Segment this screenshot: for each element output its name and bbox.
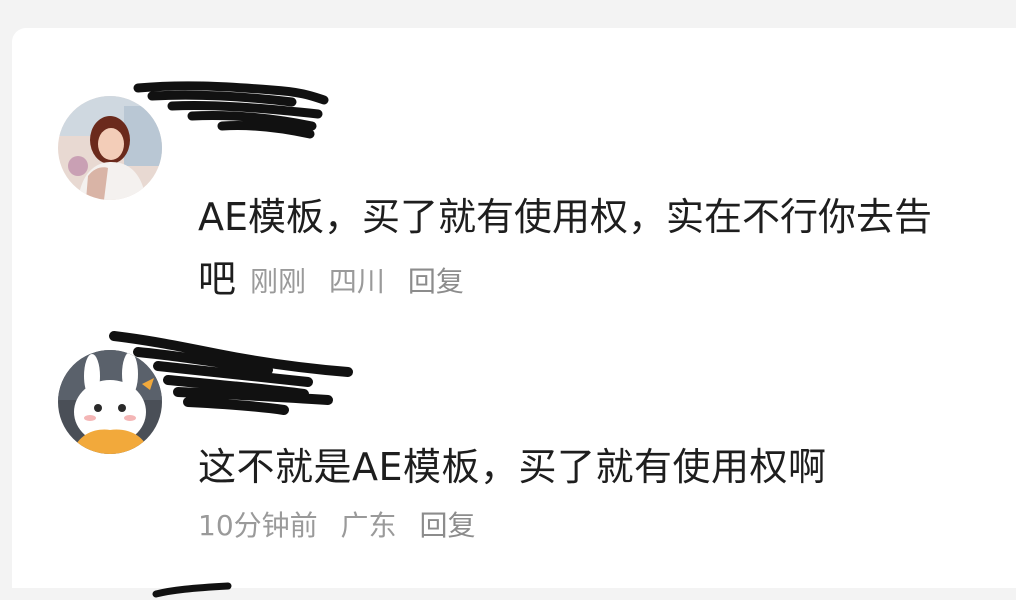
- reply-button[interactable]: 回复: [419, 509, 475, 542]
- redacted-username: [152, 582, 232, 598]
- redacted-username: [133, 81, 329, 139]
- comment-time: 10分钟前: [198, 509, 318, 542]
- reply-button[interactable]: 回复: [408, 265, 464, 298]
- comment-location: 广东: [340, 509, 397, 542]
- comment-list: AE模板，买了就有使用权，实在不行你去告 吧 刚刚 四川 回复 这不就是AE模板…: [12, 28, 1016, 598]
- comment-time: 刚刚: [250, 265, 307, 298]
- comment-text: 这不就是AE模板，买了就有使用权啊: [198, 445, 827, 489]
- comment-meta: 10分钟前 广东 回复: [198, 506, 489, 546]
- comment-meta: 刚刚 四川 回复: [250, 262, 478, 302]
- comment-location: 四川: [328, 265, 385, 298]
- redacted-username: [109, 331, 353, 415]
